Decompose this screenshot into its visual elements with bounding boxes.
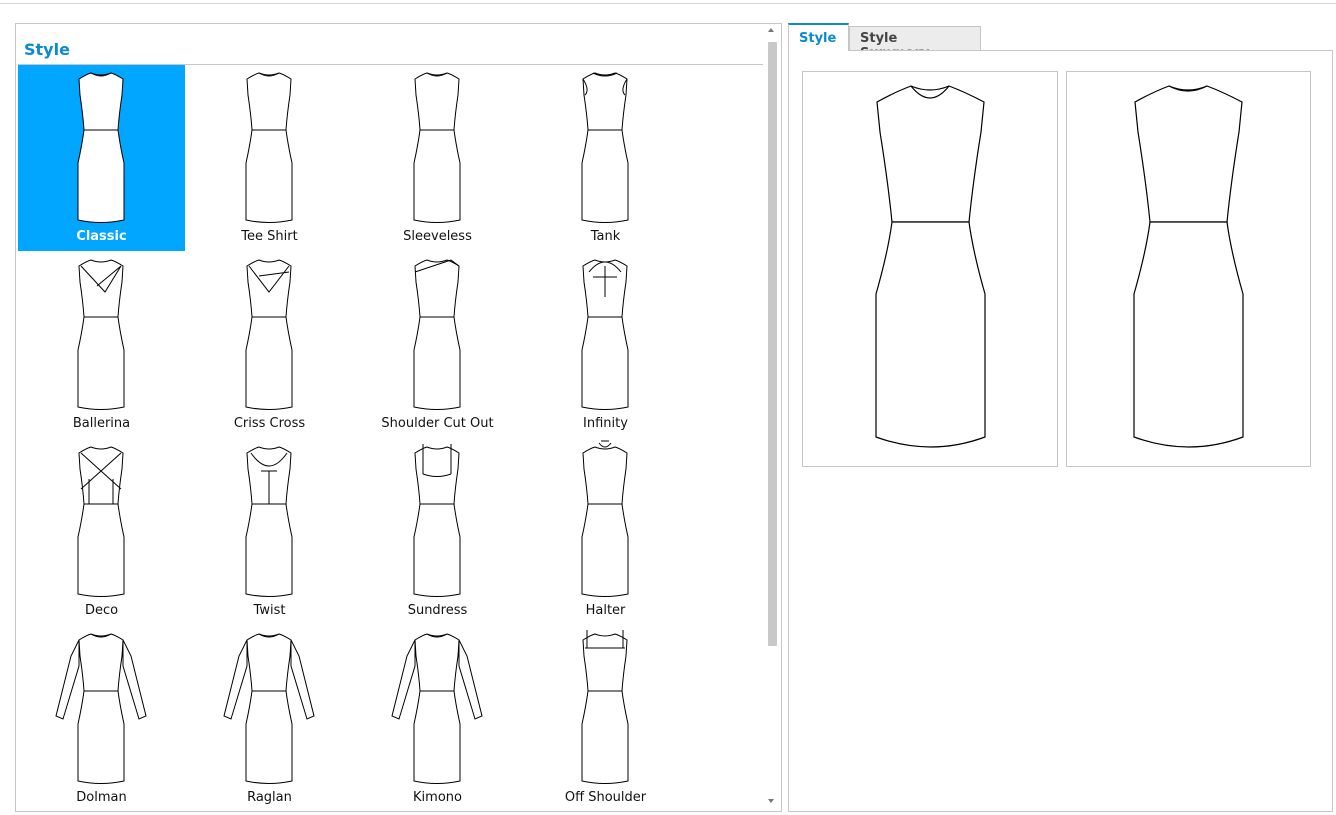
sleeveless-dress-icon	[413, 72, 461, 223]
style-option-label: Deco	[84, 603, 119, 618]
style-option-infinity[interactable]: Infinity	[522, 252, 689, 438]
style-panel: Style Classic Tee Shirt Sleeveless Tank Ball…	[15, 23, 782, 812]
style-option-classic[interactable]: Classic	[18, 65, 185, 251]
style-option-deco[interactable]: Deco	[18, 439, 185, 625]
dolman-dress-icon	[55, 633, 147, 784]
style-option-off-shoulder[interactable]: Off Shoulder	[522, 626, 689, 811]
style-option-label: Dolman	[76, 790, 127, 805]
style-option-label: Raglan	[247, 790, 292, 805]
style-option-label: Twist	[253, 603, 286, 618]
kimono-dress-icon	[391, 633, 483, 784]
dress-front-preview-icon	[875, 85, 986, 448]
scroll-down-arrow-icon[interactable]	[768, 799, 774, 803]
panel-title: Style	[24, 40, 70, 59]
classic-dress-icon	[77, 72, 125, 223]
top-divider	[0, 3, 1336, 4]
infinity-dress-icon	[581, 259, 629, 410]
style-option-label: Halter	[585, 603, 626, 618]
sundress-icon	[413, 444, 461, 597]
deco-dress-icon	[77, 446, 125, 597]
style-option-label: Sleeveless	[403, 229, 472, 244]
front-preview	[802, 71, 1058, 467]
style-option-label: Ballerina	[72, 416, 131, 431]
style-option-criss-cross[interactable]: Criss Cross	[186, 252, 353, 438]
style-option-kimono[interactable]: Kimono	[354, 626, 521, 811]
style-option-tank[interactable]: Tank	[522, 65, 689, 251]
style-option-dolman[interactable]: Dolman	[18, 626, 185, 811]
scroll-up-arrow-icon[interactable]	[768, 28, 774, 32]
style-option-ballerina[interactable]: Ballerina	[18, 252, 185, 438]
style-option-tee-shirt[interactable]: Tee Shirt	[186, 65, 353, 251]
criss-cross-dress-icon	[245, 259, 293, 410]
ballerina-dress-icon	[77, 259, 125, 410]
style-option-label: Kimono	[413, 790, 462, 805]
halter-dress-icon	[581, 440, 629, 597]
style-option-shoulder-cut-out[interactable]: Shoulder Cut Out	[354, 252, 521, 438]
style-scrollbar[interactable]	[764, 24, 781, 811]
scroll-thumb[interactable]	[768, 42, 777, 646]
shoulder-cut-out-dress-icon	[413, 259, 461, 410]
style-option-halter[interactable]: Halter	[522, 439, 689, 625]
style-option-sundress[interactable]: Sundress	[354, 439, 521, 625]
back-preview	[1066, 71, 1311, 467]
style-option-raglan[interactable]: Raglan	[186, 626, 353, 811]
tab-style[interactable]: Style	[788, 23, 849, 51]
style-option-sleeveless[interactable]: Sleeveless	[354, 65, 521, 251]
twist-dress-icon	[245, 446, 293, 597]
dress-back-preview-icon	[1133, 85, 1244, 448]
tank-dress-icon	[581, 72, 629, 223]
style-option-label: Classic	[76, 229, 127, 244]
off-shoulder-dress-icon	[581, 630, 629, 784]
tab-style-summary[interactable]: Style Summary	[849, 26, 981, 61]
style-option-label: Infinity	[583, 416, 628, 431]
style-option-label: Off Shoulder	[564, 790, 647, 805]
style-option-label: Sundress	[407, 603, 468, 618]
style-option-label: Shoulder Cut Out	[381, 416, 494, 431]
tee-shirt-dress-icon	[245, 72, 293, 223]
preview-panel	[788, 50, 1333, 812]
style-option-label: Tee Shirt	[241, 229, 298, 244]
raglan-dress-icon	[223, 633, 315, 784]
style-option-twist[interactable]: Twist	[186, 439, 353, 625]
style-option-label: Tank	[590, 229, 621, 244]
style-option-label: Criss Cross	[233, 416, 306, 431]
